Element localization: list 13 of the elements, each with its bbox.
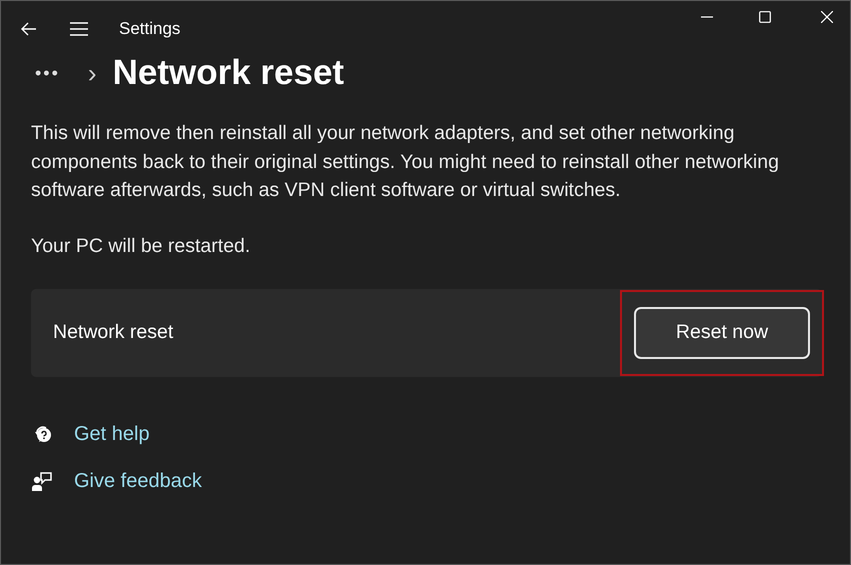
chevron-icon: ›: [88, 58, 97, 88]
close-icon[interactable]: [821, 11, 833, 23]
maximize-icon[interactable]: [759, 11, 771, 23]
link[interactable]: Give feedback: [74, 470, 202, 492]
feedback-icon: [31, 470, 53, 492]
card-label: Network reset: [53, 321, 174, 344]
page-title: Network reset: [112, 53, 344, 93]
window-title: Settings: [119, 19, 180, 39]
more-button[interactable]: •••: [35, 62, 60, 84]
link[interactable]: Get help: [74, 422, 150, 446]
description-text: This will remove then reinstall all your network adapters, and set other networking components back to their original settings. You might need to reinstall other networking software afterwards, such as VPN client software or virtual switches.: [31, 121, 780, 203]
reset-now-button[interactable]: Reset now: [634, 306, 810, 358]
restart-note: Your PC will be restarted.: [31, 234, 252, 258]
